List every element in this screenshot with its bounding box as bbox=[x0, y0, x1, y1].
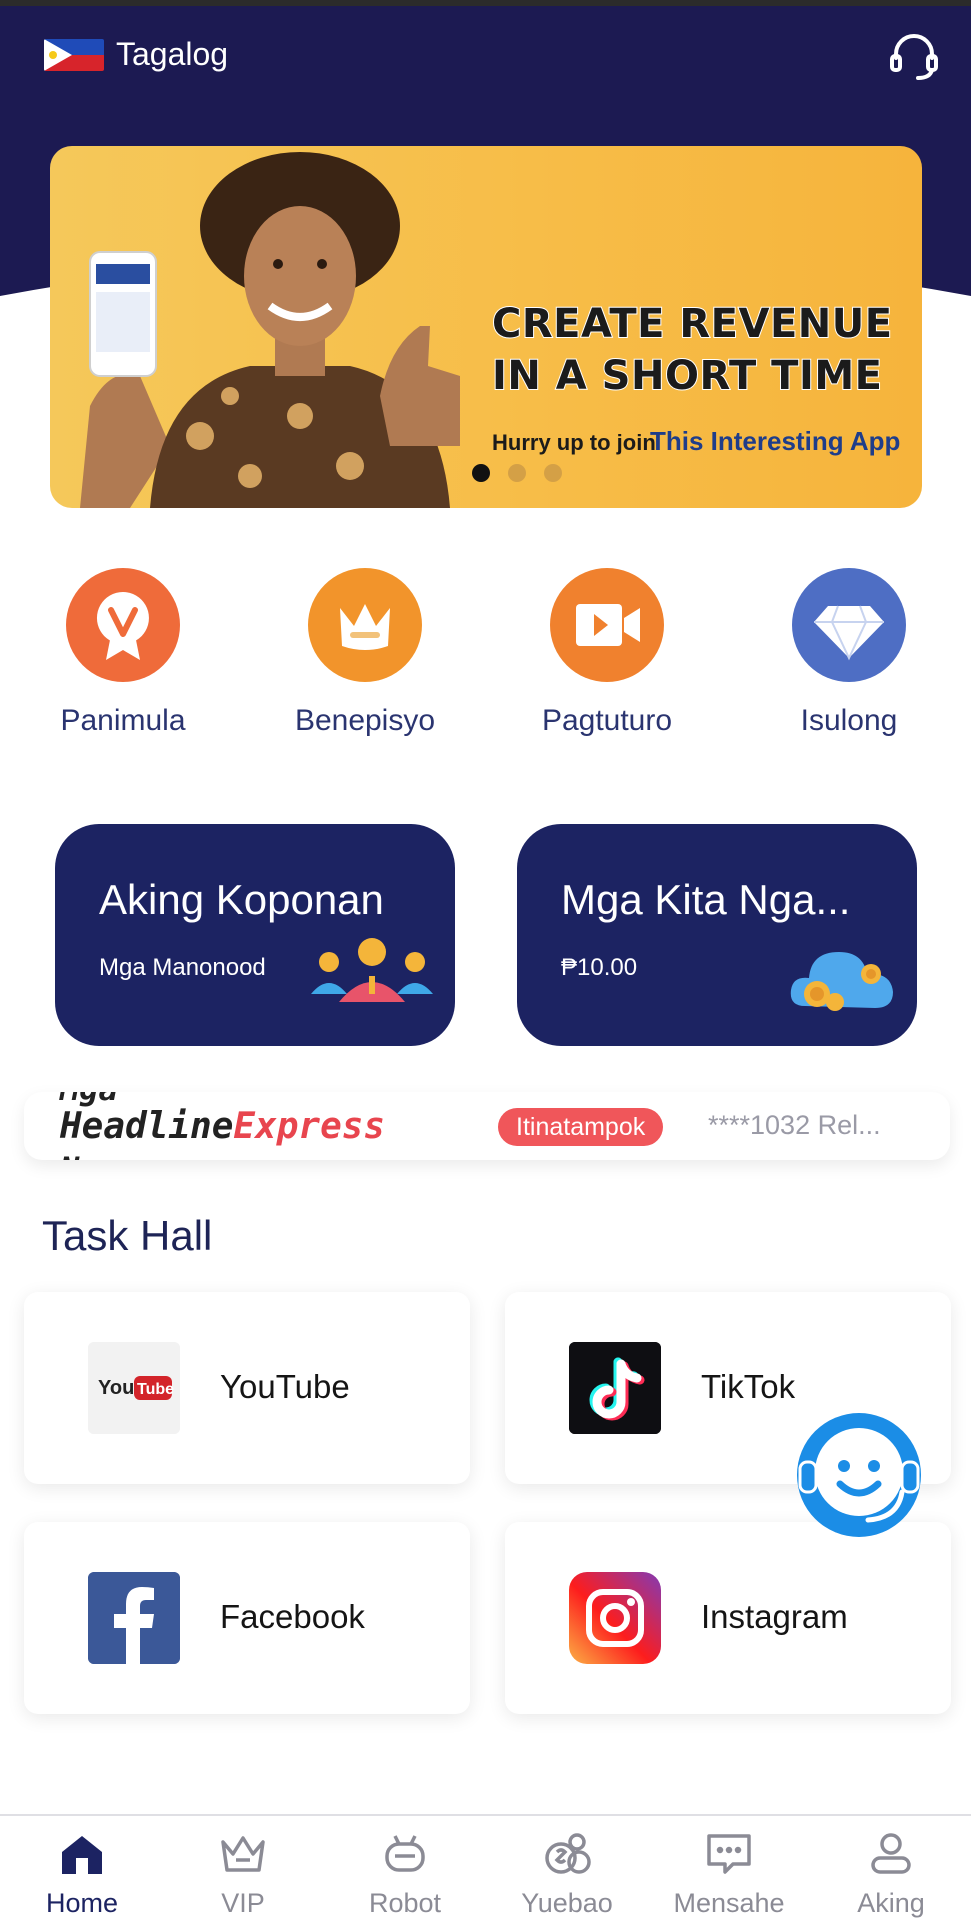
my-team-card[interactable]: Aking Koponan Mga Manonood bbox=[55, 824, 455, 1046]
tab-vip[interactable]: VIP bbox=[178, 1832, 308, 1919]
carousel-dot[interactable] bbox=[508, 464, 526, 482]
banner-subtext: Hurry up to join bbox=[492, 430, 656, 455]
task-youtube[interactable]: You Tube YouTube bbox=[24, 1292, 470, 1484]
svg-text:Tube: Tube bbox=[137, 1381, 174, 1398]
banner-headline-line1: CREATE REVENUE bbox=[491, 300, 893, 348]
promo-banner[interactable]: CREATE REVENUE IN A SHORT TIME Hurry up … bbox=[50, 146, 922, 508]
v-badge-icon bbox=[66, 568, 180, 682]
quick-nav-label: Isulong bbox=[800, 704, 898, 737]
banner-headline-line2: IN A SHORT TIME bbox=[491, 352, 883, 400]
quick-nav-benepisyo[interactable]: Benepisyo bbox=[245, 568, 485, 738]
home-icon bbox=[58, 1832, 106, 1876]
task-label: TikTok bbox=[701, 1368, 796, 1405]
task-instagram[interactable]: Instagram bbox=[505, 1522, 951, 1714]
crown-icon bbox=[308, 568, 422, 682]
quick-nav-label: Pagtuturo bbox=[541, 704, 673, 737]
instagram-icon bbox=[569, 1572, 661, 1664]
language-selector[interactable]: Tagalog bbox=[44, 36, 228, 73]
vip-crown-icon bbox=[219, 1832, 267, 1876]
tab-label: Home bbox=[45, 1888, 119, 1918]
task-label: Facebook bbox=[220, 1598, 365, 1635]
tiktok-icon bbox=[569, 1342, 661, 1434]
tab-label: VIP bbox=[221, 1888, 265, 1918]
ticker-text: ****1032 Rel... bbox=[708, 1110, 881, 1140]
carousel-dot[interactable] bbox=[544, 464, 562, 482]
bottom-tab-bar: Home VIP Robot Yuebao Mensahe Aking bbox=[0, 1814, 971, 1920]
tab-label: Robot bbox=[368, 1888, 442, 1918]
video-camera-icon bbox=[550, 568, 664, 682]
headline-logo-part2: Express bbox=[233, 1106, 386, 1147]
quick-nav-label: Benepisyo bbox=[294, 704, 436, 737]
facebook-icon bbox=[88, 1572, 180, 1664]
headline-scroll-ghost: N bbox=[60, 1150, 79, 1160]
coins-icon bbox=[543, 1832, 591, 1876]
card-title: Mga Kita Nga... bbox=[561, 876, 851, 923]
tab-label: Yuebao bbox=[521, 1888, 613, 1918]
task-label: Instagram bbox=[701, 1598, 848, 1635]
quick-nav-label: Panimula bbox=[60, 704, 186, 737]
task-label: YouTube bbox=[220, 1368, 350, 1405]
language-label: Tagalog bbox=[116, 36, 229, 72]
tab-aking[interactable]: Aking bbox=[826, 1832, 956, 1919]
quick-nav: Panimula Benepisyo Pagtuturo Isulong bbox=[0, 568, 971, 748]
tab-yuebao[interactable]: Yuebao bbox=[502, 1832, 632, 1919]
banner-subtext-highlight: This Interesting App bbox=[650, 426, 901, 456]
headline-ticker[interactable]: Mga HeadlineExpress N Itinatampok ****10… bbox=[24, 1092, 950, 1160]
tab-robot[interactable]: Robot bbox=[340, 1832, 470, 1919]
team-people-icon bbox=[309, 936, 435, 1011]
task-hall-title: Task Hall bbox=[42, 1212, 213, 1259]
carousel-dot-active[interactable] bbox=[472, 464, 490, 482]
tab-mensahe[interactable]: Mensahe bbox=[664, 1832, 794, 1919]
headline-logo-part1: Headline bbox=[60, 1106, 234, 1147]
coin-cloud-icon bbox=[787, 936, 897, 1021]
message-icon bbox=[705, 1832, 753, 1876]
tab-home[interactable]: Home bbox=[17, 1832, 147, 1919]
card-subtitle: Mga Manonood bbox=[99, 954, 266, 981]
tab-label: Mensahe bbox=[673, 1888, 785, 1918]
user-icon bbox=[867, 1832, 915, 1876]
headset-icon[interactable] bbox=[886, 28, 942, 84]
earnings-card[interactable]: Mga Kita Nga... ₱10.00 bbox=[517, 824, 917, 1046]
quick-nav-panimula[interactable]: Panimula bbox=[3, 568, 243, 738]
customer-service-agent-icon[interactable] bbox=[794, 1410, 924, 1540]
diamond-icon bbox=[792, 568, 906, 682]
card-title: Aking Koponan bbox=[99, 876, 384, 923]
svg-text:You: You bbox=[98, 1377, 134, 1399]
youtube-icon: You Tube bbox=[88, 1342, 180, 1434]
card-subtitle: ₱10.00 bbox=[561, 954, 638, 981]
tab-label: Aking bbox=[857, 1888, 925, 1918]
robot-icon bbox=[381, 1832, 429, 1876]
featured-badge: Itinatampok bbox=[498, 1108, 664, 1146]
headline-express-logo: HeadlineExpress bbox=[60, 1106, 385, 1147]
quick-nav-pagtuturo[interactable]: Pagtuturo bbox=[487, 568, 727, 738]
task-facebook[interactable]: Facebook bbox=[24, 1522, 470, 1714]
philippines-flag-icon bbox=[44, 38, 104, 71]
quick-nav-isulong[interactable]: Isulong bbox=[729, 568, 969, 738]
carousel-dots bbox=[472, 464, 562, 482]
